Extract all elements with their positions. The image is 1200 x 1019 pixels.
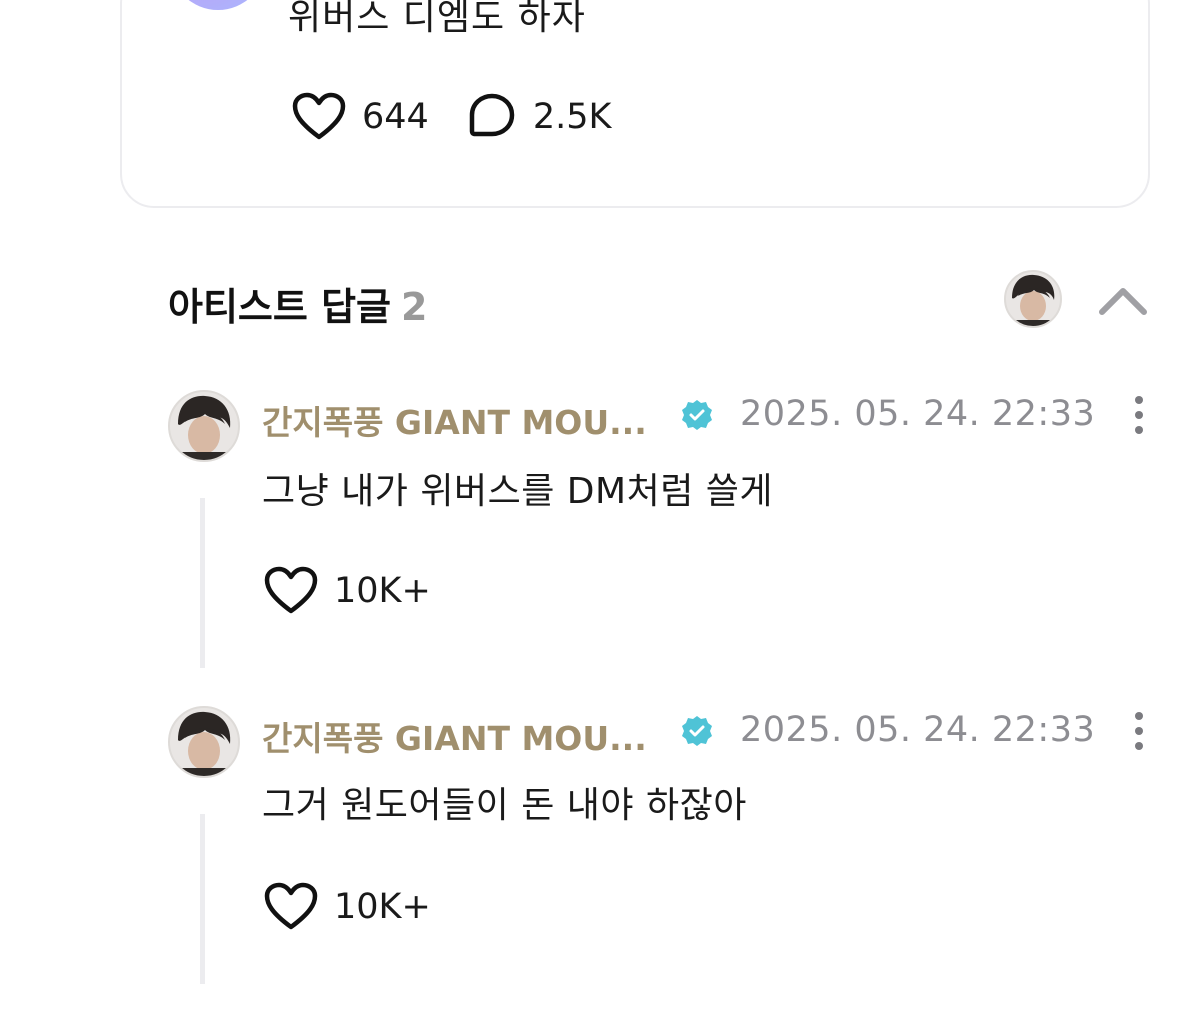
post-card: 위버스 디엠도 하자 644 2.5K	[120, 0, 1150, 208]
reply-like-button[interactable]: 10K+	[264, 882, 431, 932]
chevron-up-icon[interactable]	[1096, 282, 1150, 318]
post-comment-button[interactable]: 2.5K	[467, 92, 612, 142]
reply-author-avatar[interactable]	[168, 390, 240, 462]
more-vertical-icon[interactable]	[1124, 394, 1154, 436]
artist-avatar[interactable]	[1004, 270, 1062, 328]
post-comment-count: 2.5K	[532, 97, 612, 137]
reply-like-count: 10K+	[334, 887, 431, 927]
artist-replies-header: 아티스트 답글 2	[168, 276, 427, 331]
reply-author-avatar[interactable]	[168, 706, 240, 778]
reply-text: 그냥 내가 위버스를 DM처럼 쓸게	[262, 471, 773, 512]
artist-replies-count: 2	[401, 285, 428, 329]
reply-author-name[interactable]: 간지폭풍 GIANT MOU...	[262, 712, 647, 760]
post-text: 위버스 디엠도 하자	[288, 0, 586, 38]
reply-like-count: 10K+	[334, 571, 431, 611]
reply-timestamp: 2025. 05. 24. 22:33	[740, 710, 1096, 750]
artist-replies-title: 아티스트 답글	[168, 285, 391, 329]
comment-bubble-icon	[469, 93, 515, 137]
reply-like-button[interactable]: 10K+	[264, 566, 431, 616]
post-like-count: 644	[362, 97, 429, 137]
verified-badge-icon	[682, 400, 712, 430]
more-vertical-icon[interactable]	[1124, 710, 1154, 752]
post-author-avatar[interactable]	[170, 0, 266, 10]
weverse-post-view: 위버스 디엠도 하자 644 2.5K 아티스트 답글 2 간지폭풍 GIANT…	[0, 0, 1200, 1019]
heart-icon	[264, 566, 318, 614]
reply-author-name[interactable]: 간지폭풍 GIANT MOU...	[262, 396, 647, 444]
heart-icon	[264, 882, 318, 930]
reply-timestamp: 2025. 05. 24. 22:33	[740, 394, 1096, 434]
heart-icon	[292, 92, 346, 140]
thread-line	[200, 814, 205, 984]
post-like-button[interactable]: 644	[292, 92, 429, 142]
post-stats: 644 2.5K	[292, 92, 611, 142]
thread-line	[200, 498, 205, 668]
verified-badge-icon	[682, 716, 712, 746]
reply-text: 그거 원도어들이 돈 내야 하잖아	[262, 785, 747, 826]
